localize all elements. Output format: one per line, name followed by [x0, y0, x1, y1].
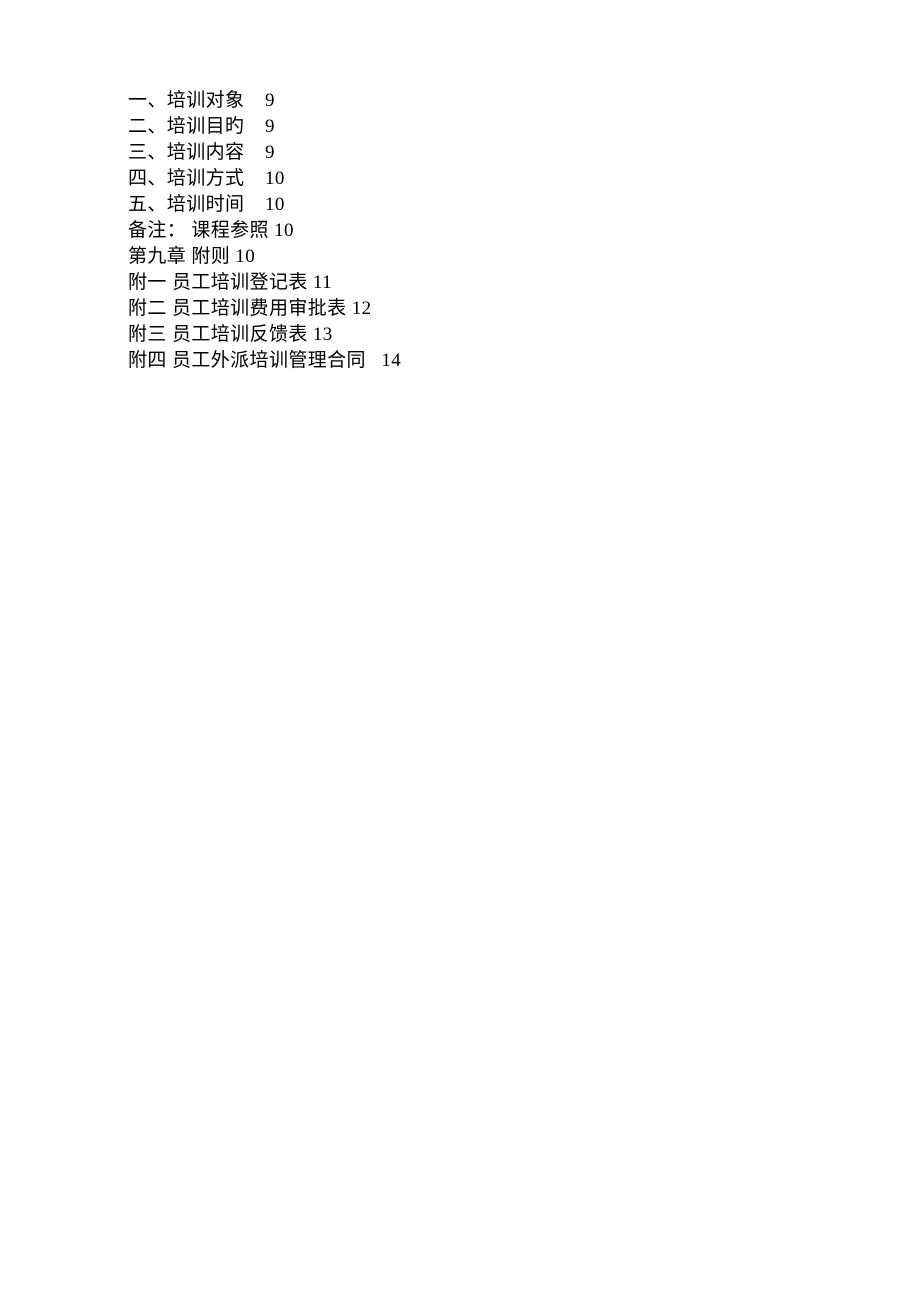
- toc-entry: 附二 员工培训费用审批表 12: [128, 296, 920, 322]
- toc-entry: 一、培训对象 9: [128, 88, 920, 114]
- toc-entry: 备注： 课程参照 10: [128, 218, 920, 244]
- toc-entry: 四、培训方式 10: [128, 166, 920, 192]
- toc-entry: 二、培训目旳 9: [128, 114, 920, 140]
- toc-entry: 附三 员工培训反馈表 13: [128, 322, 920, 348]
- toc-entry: 第九章 附则 10: [128, 244, 920, 270]
- toc-entry: 三、培训内容 9: [128, 140, 920, 166]
- toc-entry: 附一 员工培训登记表 11: [128, 270, 920, 296]
- toc-entry: 附四 员工外派培训管理合同 14: [128, 348, 920, 374]
- table-of-contents: 一、培训对象 9 二、培训目旳 9 三、培训内容 9 四、培训方式 10 五、培…: [128, 88, 920, 374]
- toc-entry: 五、培训时间 10: [128, 192, 920, 218]
